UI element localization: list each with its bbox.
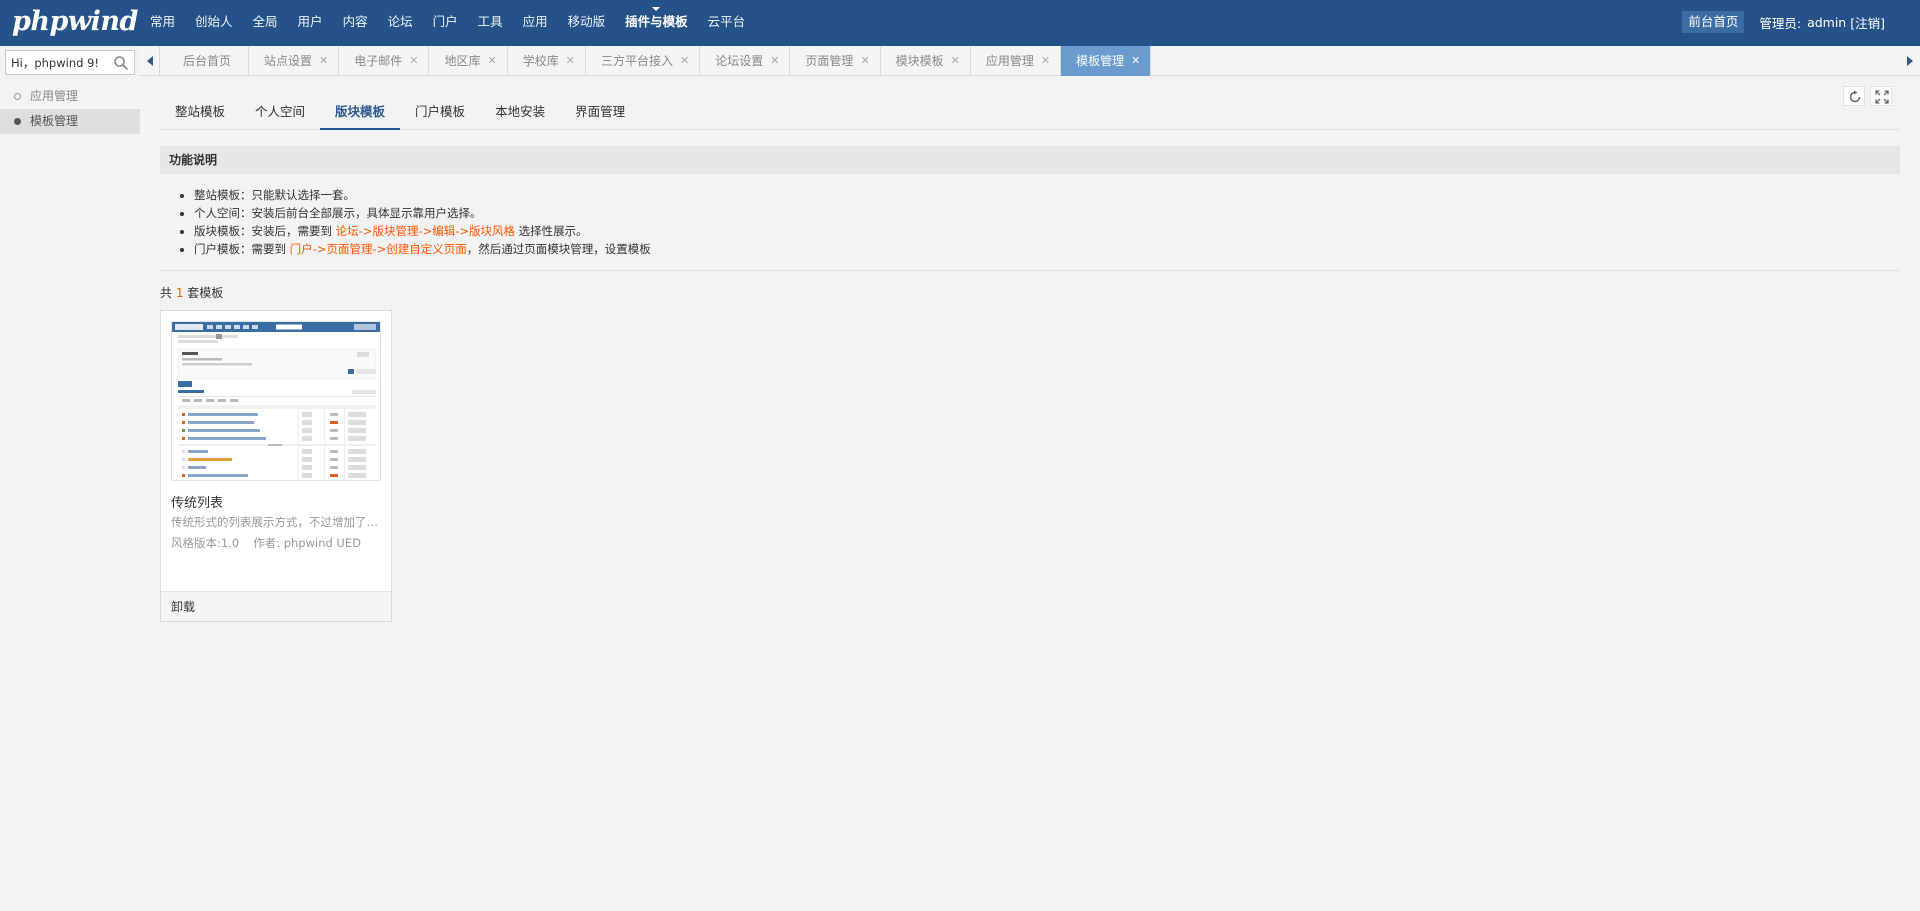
- sub-tabs: 整站模板 个人空间 版块模板 门户模板 本地安装 界面管理: [160, 100, 1900, 130]
- caret-down-icon: [652, 7, 661, 11]
- tab[interactable]: 模板管理 ✕: [1061, 46, 1152, 76]
- front-home-button[interactable]: 前台首页: [1682, 11, 1745, 33]
- template-card: 传统列表 传统形式的列表展示方式，不过增加了用户头像及其他信息 风格版本:1.0…: [160, 310, 392, 622]
- search-input[interactable]: [6, 51, 110, 74]
- admin-label: 管理员:: [1759, 15, 1802, 31]
- divider: [160, 270, 1900, 271]
- top-nav-item[interactable]: 插件与模板: [615, 0, 698, 46]
- close-icon[interactable]: ✕: [1041, 46, 1050, 76]
- sub-tab[interactable]: 本地安装: [480, 100, 560, 130]
- top-nav-item[interactable]: 内容: [333, 0, 378, 46]
- tab[interactable]: 电子邮件 ✕: [339, 46, 430, 76]
- close-icon[interactable]: ✕: [488, 46, 497, 76]
- top-nav-item[interactable]: 论坛: [378, 0, 423, 46]
- tabs: 后台首页 站点设置 ✕ 电子邮件 ✕ 地区库 ✕ 学校库 ✕ 三方平台接入 ✕ 论坛设置 ✕ 页面管理 ✕ 模…: [161, 46, 1152, 76]
- tab[interactable]: 三方平台接入 ✕: [586, 46, 701, 76]
- template-author: 作者: phpwind UED: [253, 536, 361, 550]
- tab[interactable]: 页面管理 ✕: [790, 46, 881, 76]
- top-bar: phpwind 常用 创始人 全局 用户 内容 论坛 门户 工具 应用 移动版 插件与模板 云平台 前…: [0, 0, 1920, 46]
- sub-tab[interactable]: 整站模板: [160, 100, 240, 130]
- top-nav-item[interactable]: 用户: [288, 0, 333, 46]
- sidebar-item[interactable]: 应用管理: [0, 84, 140, 109]
- template-thumbnail[interactable]: [171, 321, 381, 481]
- tab-scroll-right-button[interactable]: [1900, 46, 1920, 76]
- tab-strip: 后台首页 站点设置 ✕ 电子邮件 ✕ 地区库 ✕ 学校库 ✕ 三方平台接入 ✕ 论坛设置 ✕ 页面管理 ✕ 模…: [140, 46, 1920, 76]
- tab[interactable]: 学校库 ✕: [508, 46, 586, 76]
- close-icon[interactable]: ✕: [566, 46, 575, 76]
- description-item: 版块模板：安装后，需要到 论坛->版块管理->编辑->版块风格 选择性展示。: [194, 222, 651, 240]
- sub-tab[interactable]: 界面管理: [560, 100, 640, 130]
- sidebar-item[interactable]: 模板管理: [0, 109, 140, 134]
- description-title: 功能说明: [160, 146, 1900, 174]
- description-item: 门户模板：需要到 门户->页面管理->创建自定义页面，然后通过页面模块管理，设置…: [194, 240, 651, 258]
- top-nav-item[interactable]: 门户: [423, 0, 468, 46]
- top-right: 前台首页 管理员: admin [注销]: [1682, 11, 1885, 33]
- top-nav-item[interactable]: 移动版: [558, 0, 616, 46]
- close-icon[interactable]: ✕: [409, 46, 418, 76]
- close-icon[interactable]: ✕: [680, 46, 689, 76]
- template-description: 传统形式的列表展示方式，不过增加了用户头像及其他信息: [171, 515, 381, 529]
- arrow-left-icon: [147, 56, 153, 66]
- forum-style-link[interactable]: 论坛->版块管理->编辑->版块风格: [336, 224, 515, 238]
- bullet-icon: [14, 93, 21, 100]
- top-nav-item[interactable]: 全局: [243, 0, 288, 46]
- tab-scroll-left-button[interactable]: [140, 46, 160, 76]
- thumbnail-preview-image: [172, 322, 380, 480]
- tab[interactable]: 地区库 ✕: [429, 46, 508, 76]
- close-icon[interactable]: ✕: [860, 46, 869, 76]
- description-item: 个人空间：安装后前台全部展示，具体显示靠用户选择。: [194, 204, 651, 222]
- uninstall-button[interactable]: 卸载: [161, 591, 391, 621]
- logo[interactable]: phpwind: [12, 6, 138, 37]
- top-nav-item[interactable]: 工具: [468, 0, 513, 46]
- description-item: 整站模板：只能默认选择一套。: [194, 186, 651, 204]
- description-list: 整站模板：只能默认选择一套。 个人空间：安装后前台全部展示，具体显示靠用户选择。…: [194, 186, 651, 258]
- search-box: [5, 50, 135, 75]
- close-icon[interactable]: ✕: [1131, 46, 1140, 76]
- search-icon[interactable]: [113, 55, 129, 71]
- admin-name: admin: [1807, 14, 1847, 30]
- close-icon[interactable]: ✕: [951, 46, 960, 76]
- top-nav-item[interactable]: 云平台: [698, 0, 756, 46]
- tab[interactable]: 论坛设置 ✕: [700, 46, 791, 76]
- template-meta: 风格版本:1.0 作者: phpwind UED: [171, 535, 375, 551]
- sub-tab[interactable]: 个人空间: [240, 100, 320, 130]
- sub-tab[interactable]: 版块模板: [320, 100, 401, 130]
- tab[interactable]: 模块模板 ✕: [881, 46, 971, 76]
- top-nav-item[interactable]: 应用: [513, 0, 558, 46]
- template-count: 共 1 套模板: [160, 286, 224, 300]
- bullet-icon: [14, 118, 21, 125]
- arrow-right-icon: [1907, 56, 1913, 66]
- tab[interactable]: 后台首页: [161, 46, 250, 76]
- top-nav: 常用 创始人 全局 用户 内容 论坛 门户 工具 应用 移动版 插件与模板 云平台: [140, 0, 755, 46]
- top-nav-item[interactable]: 常用: [140, 0, 185, 46]
- portal-page-link[interactable]: 门户->页面管理->创建自定义页面: [290, 242, 467, 256]
- main-content: 整站模板个人空间版块模板门户模板本地安装界面管理 功能说明 整站模板：只能默认选…: [150, 76, 1920, 911]
- close-icon[interactable]: ✕: [770, 46, 779, 76]
- template-name: 传统列表: [171, 496, 224, 511]
- sub-tab[interactable]: 门户模板: [400, 100, 480, 130]
- tab[interactable]: 应用管理 ✕: [971, 46, 1062, 76]
- sidebar: 应用管理 模板管理: [0, 84, 140, 134]
- tab[interactable]: 站点设置 ✕: [249, 46, 340, 76]
- close-icon[interactable]: ✕: [319, 46, 328, 76]
- logout-link[interactable]: [注销]: [1850, 13, 1885, 32]
- template-version: 风格版本:1.0: [171, 536, 240, 550]
- top-nav-item[interactable]: 创始人: [185, 0, 243, 46]
